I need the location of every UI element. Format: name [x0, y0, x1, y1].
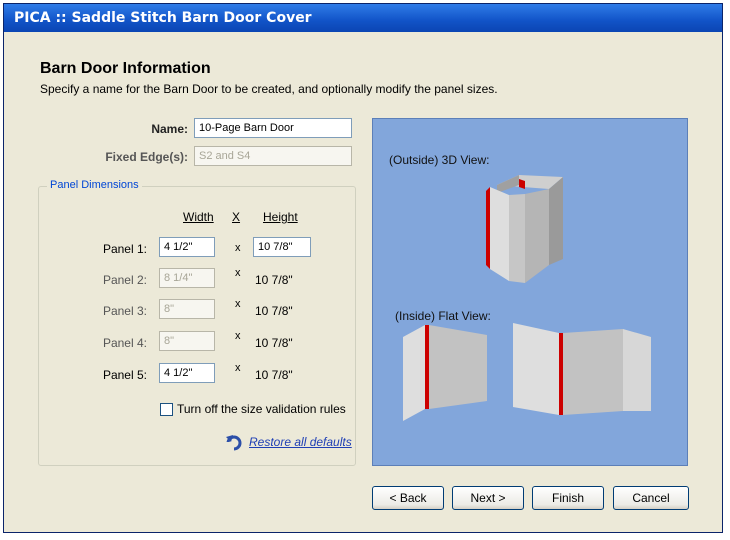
panel-dimensions-legend: Panel Dimensions: [47, 179, 142, 191]
finish-button[interactable]: Finish: [532, 486, 604, 510]
fixed-edges-label: Fixed Edge(s):: [105, 150, 188, 164]
page-title: Barn Door Information: [40, 60, 211, 77]
panel-3-label: Panel 3:: [102, 304, 147, 318]
cancel-button[interactable]: Cancel: [613, 486, 689, 510]
barn-door-illustration: [403, 175, 651, 421]
panel-5-width-input[interactable]: 4 1/2": [159, 363, 215, 383]
back-button[interactable]: < Back: [372, 486, 444, 510]
name-input[interactable]: 10-Page Barn Door: [194, 118, 352, 138]
panel-2-times: x: [235, 267, 241, 279]
panel-3-height: 10 7/8": [255, 304, 293, 318]
wizard-content: Barn Door Information Specify a name for…: [4, 32, 722, 532]
panel-4-height: 10 7/8": [255, 336, 293, 350]
panel-2-height: 10 7/8": [255, 273, 293, 287]
panel-2-width-input: 8 1/4": [159, 268, 215, 288]
panel-1-height-input[interactable]: 10 7/8": [253, 237, 311, 257]
width-column-header: Width: [183, 210, 214, 224]
panel-1-width-input[interactable]: 4 1/2": [159, 237, 215, 257]
size-validation-label[interactable]: Turn off the size validation rules: [177, 402, 346, 416]
restore-icon[interactable]: [225, 433, 243, 451]
outside-3d-view: [486, 175, 563, 283]
size-validation-checkbox[interactable]: [160, 403, 173, 416]
panel-3-times: x: [235, 298, 241, 310]
restore-defaults-link[interactable]: Restore all defaults: [249, 435, 352, 449]
wizard-window: PICA :: Saddle Stitch Barn Door Cover Ba…: [3, 3, 723, 533]
inside-flat-view: [403, 323, 651, 421]
panel-3-width-input: 8": [159, 299, 215, 319]
fixed-edges-input: S2 and S4: [194, 146, 352, 166]
page-subtitle: Specify a name for the Barn Door to be c…: [40, 82, 498, 96]
panel-5-label: Panel 5:: [102, 368, 147, 382]
panel-4-label: Panel 4:: [102, 336, 147, 350]
height-column-header: Height: [263, 210, 298, 224]
panel-1-label: Panel 1:: [102, 242, 147, 256]
next-button[interactable]: Next >: [452, 486, 524, 510]
panel-4-times: x: [235, 330, 241, 342]
panel-dimensions-group: Panel Dimensions Width X Height Panel 1:…: [38, 179, 356, 466]
panel-5-height: 10 7/8": [255, 368, 293, 382]
preview-panel: (Outside) 3D View: (Inside) Flat View:: [372, 118, 688, 466]
panel-4-width-input: 8": [159, 331, 215, 351]
panel-2-label: Panel 2:: [102, 273, 147, 287]
name-label: Name:: [151, 122, 188, 136]
x-column-header: X: [232, 210, 241, 224]
panel-1-times: x: [235, 242, 241, 254]
window-title: PICA :: Saddle Stitch Barn Door Cover: [4, 4, 722, 32]
panel-5-times: x: [235, 362, 241, 374]
